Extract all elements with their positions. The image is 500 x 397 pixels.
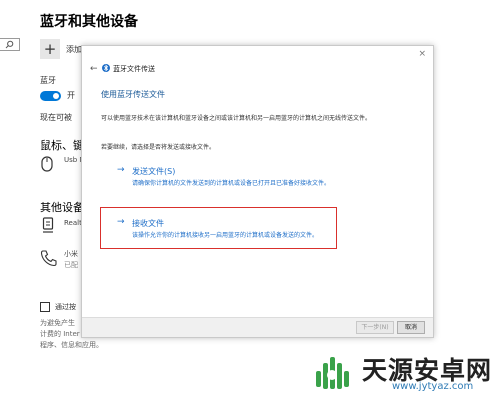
phone-icon [40,250,57,267]
receive-files-description: 该操作允许你的计算机接收另一启用蓝牙的计算机或设备发送的文件。 [132,232,319,239]
receive-files-option[interactable]: → 接收文件 该操作允许你的计算机接收另一启用蓝牙的计算机或设备发送的文件。 [100,207,337,249]
cancel-button[interactable]: 取消 [397,321,425,334]
dialog-heading: 使用蓝牙传送文件 [101,90,165,99]
plus-icon: + [40,39,60,59]
dialog-prompt: 若要继续，请选择是否将发送或接收文件。 [101,144,216,151]
toggle-state-text: 开 [67,91,75,100]
bluetooth-label: 蓝牙 [40,76,56,85]
metered-text-line3: 程序、信息和应用。 [40,341,103,349]
send-files-title: 发送文件(S) [132,167,176,176]
metered-text-line2: 计费的 Inter [40,330,80,338]
search-box[interactable] [0,38,20,51]
watermark-url: www.jytyaz.com [392,381,474,392]
device-xiaomi-status: 已配 [64,261,78,269]
back-arrow-icon[interactable]: ← [90,64,98,74]
dialog-footer: 下一步(N) 取消 [82,317,433,337]
mouse-keyboard-section-title: 鼠标、键 [40,139,84,152]
site-watermark: 天源安卓网 www.jytyaz.com [312,351,500,397]
mouse-icon [41,156,53,172]
send-files-description: 请确保你计算机的文件发送到的计算机或设备已打开且已准备好接收文件。 [132,180,331,187]
arrow-right-icon: → [117,165,125,175]
device-realtek-label[interactable]: Realt [64,219,82,227]
bluetooth-icon [102,64,110,72]
bluetooth-toggle[interactable] [40,91,61,101]
arrow-right-icon: → [117,217,125,227]
other-devices-section-title: 其他设备 [40,201,84,214]
device-icon [42,217,54,233]
receive-files-title: 接收文件 [132,219,164,228]
next-button[interactable]: 下一步(N) [356,321,394,334]
bluetooth-file-transfer-dialog: × ← 蓝牙文件传送 使用蓝牙传送文件 可以使用蓝牙技术在该计算机和蓝牙设备之间… [81,45,434,338]
discoverable-text: 现在可被 [40,113,72,122]
dialog-titlebar: 蓝牙文件传送 [113,65,155,73]
swift-pair-checkbox[interactable] [40,302,50,312]
device-xiaomi-label[interactable]: 小米 [64,249,78,259]
metered-text-line1: 为避免产生 [40,319,75,327]
page-title: 蓝牙和其他设备 [40,14,138,30]
dialog-description: 可以使用蓝牙技术在该计算机和蓝牙设备之间或该计算机和另一启用蓝牙的计算机之间无线… [101,115,372,122]
close-icon[interactable]: × [418,49,426,59]
swift-pair-label: 通过按 [55,303,76,311]
search-icon [5,40,14,49]
brand-logo-icon [316,357,349,389]
